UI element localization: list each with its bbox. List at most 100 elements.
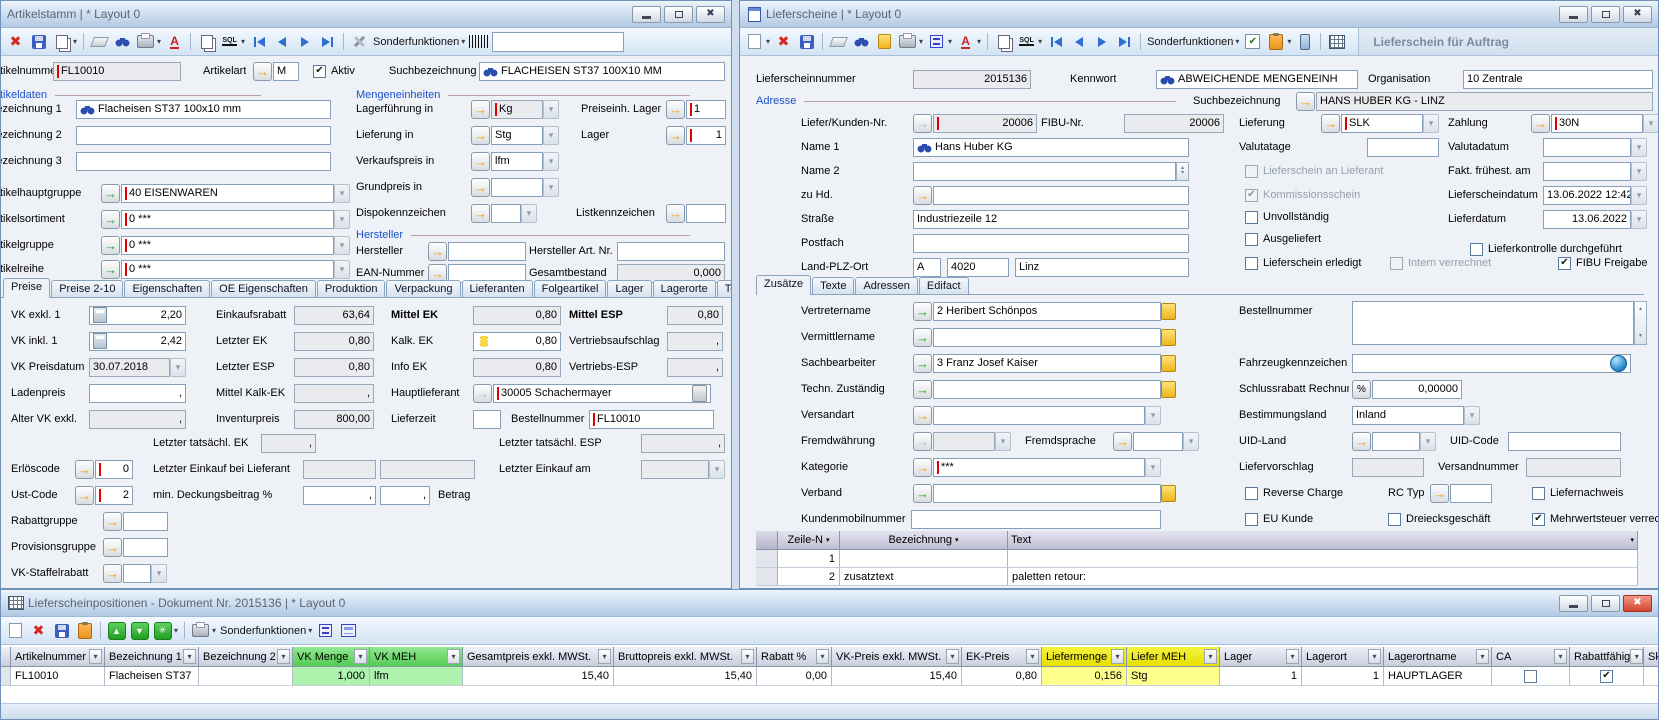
zeile-cell[interactable]: 2: [778, 568, 840, 586]
cell-rabattfaehig[interactable]: [1570, 667, 1644, 686]
bezeichnung-cell[interactable]: zusatztext: [840, 568, 1008, 586]
sonderfunktionen-dropdown-icon[interactable]: ▾: [1235, 37, 1239, 46]
cell-bezeichnung2[interactable]: [199, 667, 293, 686]
last-record-icon[interactable]: [1115, 32, 1134, 51]
col-bezeichnung2[interactable]: Bezeichnung 2▾: [199, 647, 293, 667]
fremdwaehrung-lookup-icon[interactable]: [913, 432, 932, 451]
lieferung-in-field[interactable]: Stg: [491, 126, 543, 145]
print-icon[interactable]: [136, 32, 155, 51]
zu-hd-lookup-icon[interactable]: [913, 186, 932, 205]
lager-lookup-icon[interactable]: [666, 126, 685, 145]
hersteller-lookup-icon[interactable]: [428, 242, 447, 261]
col-ek-preis[interactable]: EK-Preis▾: [962, 647, 1042, 667]
actions-dropdown-icon[interactable]: ▾: [174, 626, 178, 635]
kategorie-lookup-icon[interactable]: [913, 458, 932, 477]
reverse-charge-checkbox[interactable]: [1245, 487, 1258, 500]
pages-icon[interactable]: [197, 32, 216, 51]
organisation-field[interactable]: 10 Zentrale: [1463, 70, 1653, 89]
form-view-icon[interactable]: [339, 621, 358, 640]
copy-dropdown-icon[interactable]: ▾: [73, 37, 77, 46]
sachbearbeiter-lookup-icon[interactable]: [913, 354, 932, 373]
bezeichnung1-field[interactable]: Flacheisen ST37 100x10 mm: [76, 100, 331, 119]
eraser-icon[interactable]: [90, 32, 109, 51]
artikelnummer-field[interactable]: FL10010: [53, 62, 181, 81]
tab-preise[interactable]: Preise: [3, 278, 50, 298]
cell-vk-meh[interactable]: lfm: [370, 667, 463, 686]
cell-lager[interactable]: 1: [1220, 667, 1302, 686]
lieferzeit-field[interactable]: [473, 410, 501, 429]
maximize-button[interactable]: [1591, 6, 1620, 23]
fremdsprache-field[interactable]: [1133, 432, 1183, 451]
vk-staffelrabatt-dropdown-icon[interactable]: [151, 564, 167, 583]
vertretername-lookup-icon[interactable]: [913, 302, 932, 321]
techn-zustaendig-lookup-icon[interactable]: [913, 380, 932, 399]
suchbezeichnung-lookup-icon[interactable]: [1296, 92, 1315, 111]
col-lagerort[interactable]: Lagerort▾: [1302, 647, 1384, 667]
first-record-icon[interactable]: [1046, 32, 1065, 51]
artikelgruppe-field[interactable]: 0 ***: [121, 236, 334, 255]
font-dropdown-icon[interactable]: ▾: [977, 37, 981, 46]
vk-exkl-field[interactable]: 2,20: [89, 306, 186, 325]
techn-zustaendig-field[interactable]: [933, 380, 1161, 399]
uid-land-dropdown-icon[interactable]: [1420, 432, 1436, 451]
lagerfuehrung-dropdown-icon[interactable]: [543, 100, 559, 119]
lieferschein-an-lieferant-checkbox[interactable]: [1245, 165, 1258, 178]
bestellnummer-field[interactable]: [1352, 301, 1634, 345]
prev-record-icon[interactable]: [272, 32, 291, 51]
rc-typ-field[interactable]: [1450, 484, 1492, 503]
kennwort-field[interactable]: ABWEICHENDE MENGENEINH: [1156, 70, 1358, 89]
cell-sk[interactable]: [1644, 667, 1659, 686]
cell-lagerort[interactable]: 1: [1302, 667, 1384, 686]
clipboard-check-icon[interactable]: [75, 621, 94, 640]
valutadatum-dropdown-icon[interactable]: [1631, 138, 1647, 157]
zahlung-field[interactable]: 30N: [1551, 114, 1643, 133]
sonderfunktionen-menu[interactable]: Sonderfunktionen: [1147, 36, 1233, 48]
vermittlername-lookup-icon[interactable]: [913, 328, 932, 347]
hersteller-artnr-field[interactable]: [617, 242, 725, 261]
next-record-icon[interactable]: [295, 32, 314, 51]
eraser-icon[interactable]: [829, 32, 848, 51]
search-binoculars-icon[interactable]: [113, 32, 132, 51]
liefer-kunden-nr-field[interactable]: 20006: [933, 114, 1037, 133]
tab-folgeartikel[interactable]: Folgeartikel: [534, 280, 607, 298]
binoculars-icon[interactable]: [80, 104, 95, 115]
cell-artikelnummer[interactable]: FL10010: [11, 667, 105, 686]
tab-preise-2-10[interactable]: Preise 2-10: [51, 280, 123, 298]
fakt-fruehest-dropdown-icon[interactable]: [1631, 162, 1647, 181]
dreiecksgeschaeft-checkbox[interactable]: [1388, 513, 1401, 526]
kalk-ek-field[interactable]: 0,80: [473, 332, 561, 351]
postfach-field[interactable]: [913, 234, 1189, 253]
new-icon[interactable]: [745, 32, 764, 51]
text-cell[interactable]: [1008, 550, 1638, 568]
lagerfuehrung-lookup-icon[interactable]: [471, 100, 490, 119]
tab-texte[interactable]: Texte: [717, 280, 732, 298]
sonderfunktionen-menu[interactable]: Sonderfunktionen: [220, 625, 306, 637]
ca-checkbox[interactable]: [1524, 670, 1537, 683]
lagerfuehrung-field[interactable]: Kg: [491, 100, 543, 119]
grundpreis-in-dropdown-icon[interactable]: [543, 178, 559, 197]
ausgeliefert-checkbox[interactable]: [1245, 233, 1258, 246]
bestellnummer-spinner-icon[interactable]: ▴▾: [1634, 301, 1647, 345]
save-icon[interactable]: [797, 32, 816, 51]
actions-icon[interactable]: ✳: [153, 621, 172, 640]
fremdsprache-dropdown-icon[interactable]: [1183, 432, 1199, 451]
sql-icon[interactable]: SQL: [1017, 32, 1036, 51]
dispokennzeichen-field[interactable]: [491, 204, 521, 223]
cell-lagerortname[interactable]: HAUPTLAGER: [1384, 667, 1492, 686]
name2-field[interactable]: [913, 162, 1176, 181]
hersteller-field[interactable]: [448, 242, 526, 261]
kommissionsschein-checkbox[interactable]: [1245, 189, 1258, 202]
calculator-icon[interactable]: [93, 307, 107, 323]
fakt-fruehest-field[interactable]: [1543, 162, 1631, 181]
artikelart-field[interactable]: M: [273, 62, 299, 81]
cell-bruttopreis[interactable]: 15,40: [614, 667, 757, 686]
ust-code-field[interactable]: 2: [95, 486, 133, 505]
bezeichnung2-field[interactable]: [76, 126, 331, 145]
intern-verrechnet-checkbox[interactable]: [1390, 257, 1403, 270]
tab-lagerorte[interactable]: Lagerorte: [653, 280, 716, 298]
suchbezeichnung-field[interactable]: FLACHEISEN ST37 100X10 MM: [479, 62, 725, 81]
sql-dropdown-icon[interactable]: ▾: [241, 37, 245, 46]
save-icon[interactable]: [29, 32, 48, 51]
delete-icon[interactable]: ✖: [29, 621, 48, 640]
zeile-column-header[interactable]: Zeile-N▾: [778, 531, 840, 550]
